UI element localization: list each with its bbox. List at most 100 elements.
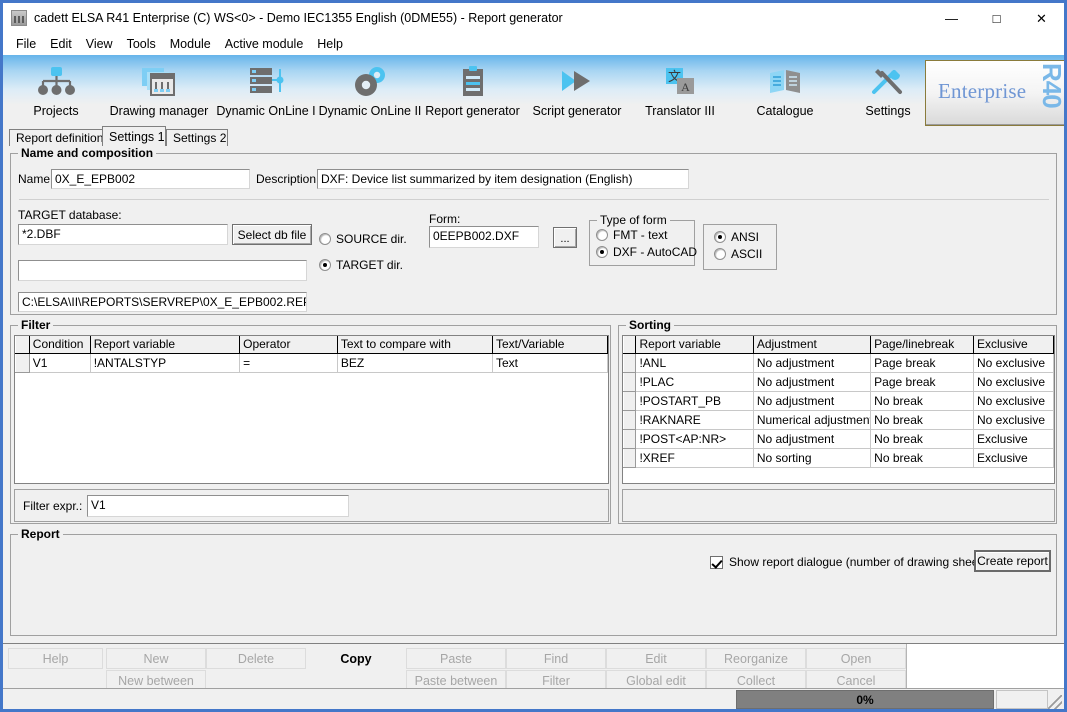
show-report-dialogue-checkbox[interactable]: Show report dialogue (number of drawing …: [710, 555, 992, 569]
menu-item-tools[interactable]: Tools: [120, 35, 163, 53]
table-row[interactable]: !RAKNARE Numerical adjustment No break N…: [623, 409, 1054, 430]
form-browse-button[interactable]: ...: [553, 227, 577, 248]
cell-page-linebreak[interactable]: No break: [870, 391, 974, 411]
cell-report-variable[interactable]: !ANTALSTYP: [90, 353, 241, 373]
resize-grip-icon[interactable]: [1048, 695, 1062, 709]
toolbar-button-script-generator[interactable]: Script generator: [527, 55, 627, 126]
cell-report-variable[interactable]: !POSTART_PB: [635, 391, 754, 411]
filter-col-condition[interactable]: Condition: [29, 336, 91, 354]
delete-button[interactable]: Delete: [206, 648, 306, 669]
cell-text-to-compare[interactable]: BEZ: [337, 353, 494, 373]
cell-report-variable[interactable]: !RAKNARE: [635, 410, 754, 430]
table-row[interactable]: !PLAC No adjustment Page break No exclus…: [623, 371, 1054, 392]
form-input[interactable]: 0EEPB002.DXF: [429, 226, 539, 248]
filter-col-report-variable[interactable]: Report variable: [90, 336, 241, 354]
cell-report-variable[interactable]: !POST<AP:NR>: [635, 429, 754, 449]
cell-adjustment[interactable]: No adjustment: [753, 372, 872, 392]
sorting-col-page-linebreak[interactable]: Page/linebreak: [870, 336, 974, 354]
menu-item-module[interactable]: Module: [163, 35, 218, 53]
toolbar-button-translator[interactable]: 文 A Translator III: [633, 55, 727, 126]
toolbar-button-dynamic-online-2[interactable]: Dynamic OnLine II: [315, 55, 425, 126]
filter-col-text-variable[interactable]: Text/Variable: [492, 336, 608, 354]
table-row[interactable]: !XREF No sorting No break Exclusive: [623, 447, 1054, 468]
cell-exclusive[interactable]: Exclusive: [973, 429, 1054, 449]
report-path-input[interactable]: C:\ELSA\II\REPORTS\SERVREP\0X_E_EPB002.R…: [18, 292, 307, 312]
table-row[interactable]: V1 !ANTALSTYP = BEZ Text: [15, 352, 608, 373]
row-selector[interactable]: [623, 428, 637, 449]
cell-adjustment[interactable]: No adjustment: [753, 429, 872, 449]
close-button[interactable]: ✕: [1019, 3, 1064, 33]
toolbar-button-drawing-manager[interactable]: Drawing manager: [99, 55, 219, 126]
filter-col-operator[interactable]: Operator: [239, 336, 338, 354]
select-db-file-button[interactable]: Select db file: [232, 224, 312, 245]
edit-button[interactable]: Edit: [606, 648, 706, 669]
sorting-col-report-variable[interactable]: Report variable: [635, 336, 754, 354]
toolbar-button-report-generator[interactable]: Report generator: [420, 55, 525, 126]
cell-report-variable[interactable]: !XREF: [635, 448, 754, 468]
minimize-button[interactable]: —: [929, 3, 974, 33]
paste-button[interactable]: Paste: [406, 648, 506, 669]
sorting-col-adjustment[interactable]: Adjustment: [753, 336, 872, 354]
table-row[interactable]: !POSTART_PB No adjustment No break No ex…: [623, 390, 1054, 411]
open-button[interactable]: Open: [806, 648, 906, 669]
cell-operator[interactable]: =: [239, 353, 338, 373]
sorting-col-exclusive[interactable]: Exclusive: [973, 336, 1054, 354]
help-button[interactable]: Help: [8, 648, 103, 669]
table-row[interactable]: !POST<AP:NR> No adjustment No break Excl…: [623, 428, 1054, 449]
radio-ansi[interactable]: ANSI: [714, 230, 759, 244]
menu-item-file[interactable]: File: [9, 35, 43, 53]
cell-adjustment[interactable]: No adjustment: [753, 353, 872, 373]
radio-ascii[interactable]: ASCII: [714, 247, 762, 261]
cell-adjustment[interactable]: No sorting: [753, 448, 872, 468]
menu-item-active-module[interactable]: Active module: [218, 35, 311, 53]
row-selector[interactable]: [623, 371, 637, 392]
radio-dxf-autocad[interactable]: DXF - AutoCAD: [596, 245, 697, 259]
row-selector[interactable]: [623, 447, 637, 468]
cell-page-linebreak[interactable]: No break: [870, 448, 974, 468]
radio-fmt-text[interactable]: FMT - text: [596, 228, 667, 242]
cell-exclusive[interactable]: No exclusive: [973, 410, 1054, 430]
cell-exclusive[interactable]: No exclusive: [973, 372, 1054, 392]
radio-source-dir[interactable]: SOURCE dir.: [319, 232, 407, 246]
cell-exclusive[interactable]: Exclusive: [973, 448, 1054, 468]
name-input[interactable]: 0X_E_EPB002: [51, 169, 250, 189]
cell-adjustment[interactable]: Numerical adjustment: [753, 410, 872, 430]
row-selector[interactable]: [623, 390, 637, 411]
secondary-database-input[interactable]: [18, 260, 307, 281]
maximize-button[interactable]: □: [974, 3, 1019, 33]
description-input[interactable]: DXF: Device list summarized by item desi…: [317, 169, 689, 189]
find-button[interactable]: Find: [506, 648, 606, 669]
row-selector[interactable]: [623, 409, 637, 430]
sorting-grid[interactable]: Report variable Adjustment Page/linebrea…: [622, 335, 1055, 484]
toolbar-button-dynamic-online-1[interactable]: Dynamic OnLine I: [212, 55, 320, 126]
row-selector[interactable]: [15, 352, 30, 373]
cell-page-linebreak[interactable]: Page break: [870, 372, 974, 392]
tab-settings-1[interactable]: Settings 1: [102, 126, 166, 146]
table-row[interactable]: !ANL No adjustment Page break No exclusi…: [623, 352, 1054, 373]
reorganize-button[interactable]: Reorganize: [706, 648, 806, 669]
filter-col-text-to-compare[interactable]: Text to compare with: [337, 336, 494, 354]
new-button[interactable]: New: [106, 648, 206, 669]
cell-page-linebreak[interactable]: No break: [870, 429, 974, 449]
menu-item-help[interactable]: Help: [310, 35, 350, 53]
menu-item-edit[interactable]: Edit: [43, 35, 79, 53]
cell-exclusive[interactable]: No exclusive: [973, 353, 1054, 373]
tab-report-definitions[interactable]: Report definitions: [9, 129, 109, 146]
toolbar-button-projects[interactable]: Projects: [13, 55, 99, 126]
cell-exclusive[interactable]: No exclusive: [973, 391, 1054, 411]
cell-report-variable[interactable]: !PLAC: [635, 372, 754, 392]
cell-page-linebreak[interactable]: No break: [870, 410, 974, 430]
copy-button[interactable]: Copy: [306, 648, 406, 669]
radio-target-dir[interactable]: TARGET dir.: [319, 258, 403, 272]
cell-text-variable[interactable]: Text: [492, 353, 608, 373]
target-database-input[interactable]: *2.DBF: [18, 224, 228, 245]
cell-adjustment[interactable]: No adjustment: [753, 391, 872, 411]
cell-report-variable[interactable]: !ANL: [635, 353, 754, 373]
toolbar-button-settings[interactable]: Settings: [848, 55, 928, 126]
filter-expression-input[interactable]: V1: [87, 495, 349, 517]
cell-page-linebreak[interactable]: Page break: [870, 353, 974, 373]
filter-grid[interactable]: Condition Report variable Operator Text …: [14, 335, 609, 484]
menu-item-view[interactable]: View: [79, 35, 120, 53]
tab-settings-2[interactable]: Settings 2: [166, 129, 228, 146]
create-report-button[interactable]: Create report: [974, 550, 1051, 572]
